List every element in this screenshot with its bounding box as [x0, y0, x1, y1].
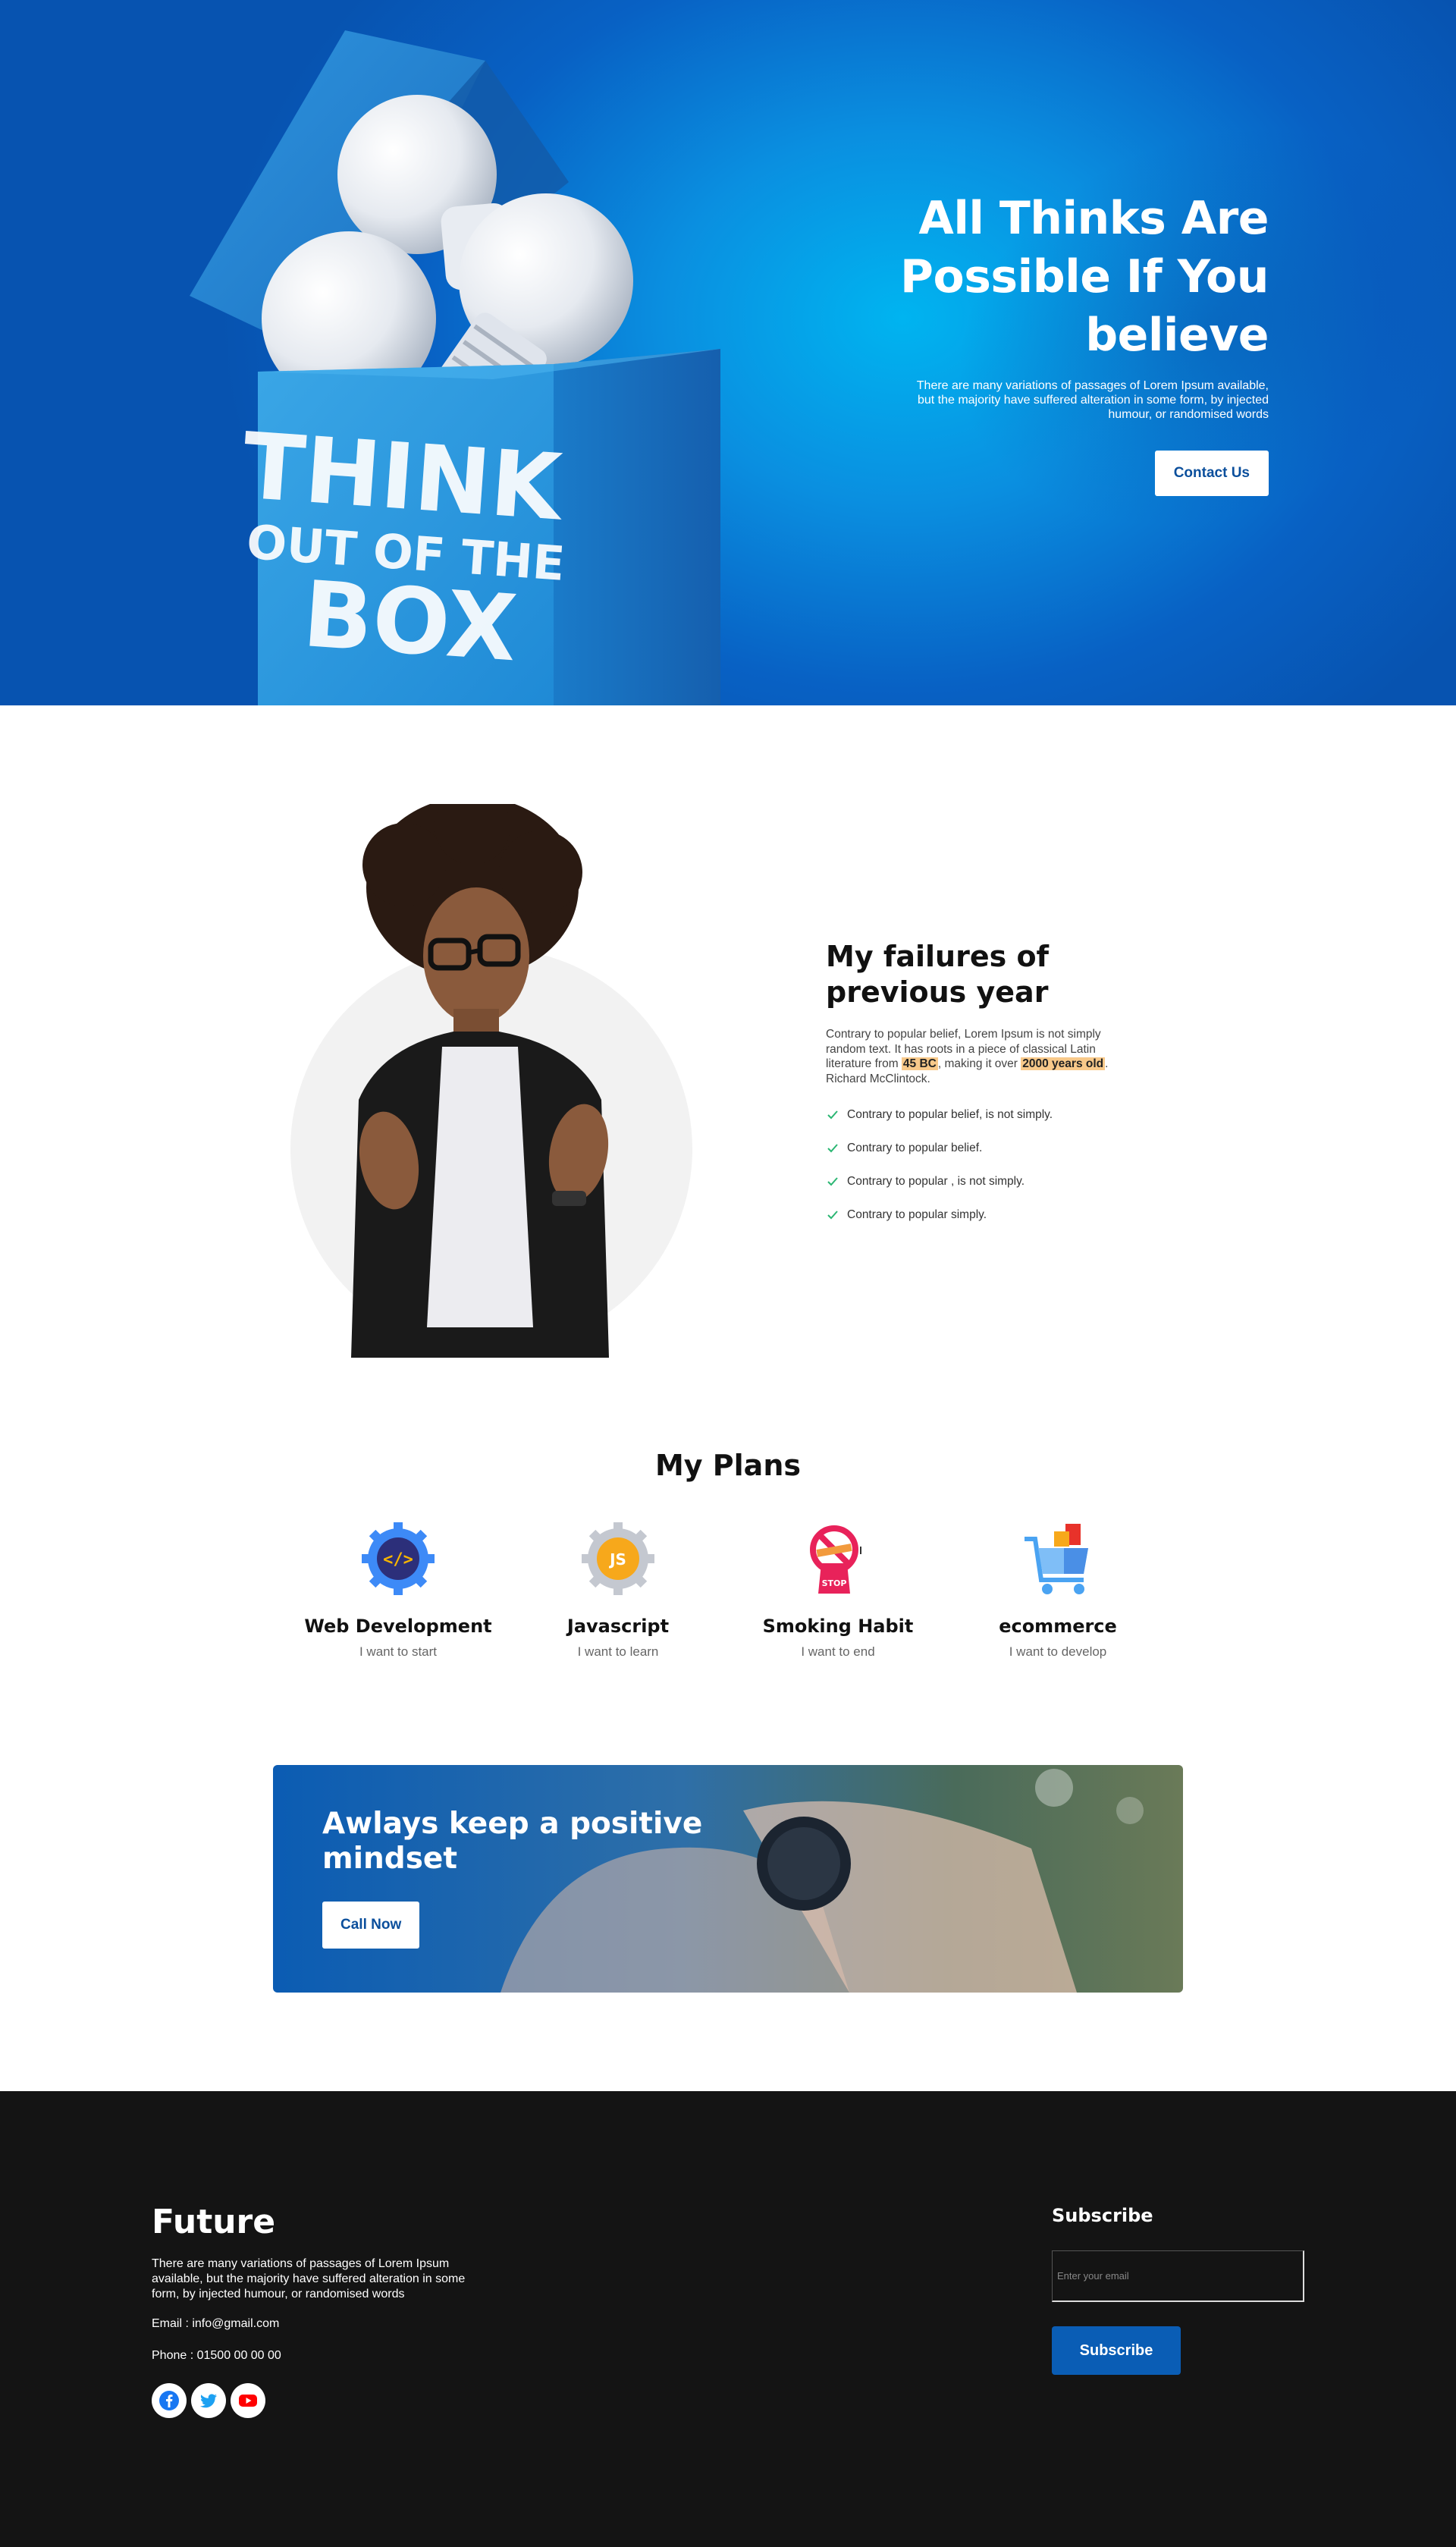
- highlight-2000-years: 2000 years old: [1021, 1057, 1106, 1070]
- woman-portrait-image: [351, 804, 609, 1358]
- failures-list: Contrary to popular belief, is not simpl…: [826, 1098, 1122, 1232]
- email-input[interactable]: [1052, 2250, 1304, 2302]
- list-item: Contrary to popular simply.: [826, 1198, 1122, 1232]
- hero-content: All Thinks Are Possible If You believe T…: [783, 190, 1269, 496]
- box-text-box: BOX: [300, 562, 520, 682]
- social-links: [152, 2383, 265, 2418]
- footer-brand: Future: [152, 2203, 276, 2241]
- list-item-text: Contrary to popular simply.: [847, 1208, 987, 1221]
- youtube-icon[interactable]: [231, 2383, 265, 2418]
- plan-name: Web Development: [304, 1616, 492, 1637]
- plan-subtitle: I want to start: [359, 1644, 438, 1659]
- js-gear-icon: JS: [582, 1522, 654, 1595]
- hero-section: THINK OUT OF THE BOX All Thinks Are Poss…: [0, 0, 1456, 705]
- plans-grid: </> Web Development I want to start JS J…: [288, 1521, 1168, 1660]
- list-item-text: Contrary to popular belief.: [847, 1142, 983, 1154]
- list-item-text: Contrary to popular , is not simply.: [847, 1175, 1025, 1188]
- plan-name: ecommerce: [999, 1616, 1117, 1637]
- list-item: Contrary to popular belief.: [826, 1132, 1122, 1165]
- check-icon: [827, 1177, 838, 1186]
- call-now-button[interactable]: Call Now: [322, 1902, 420, 1949]
- check-icon: [827, 1211, 838, 1220]
- cta-banner: Awlays keep a positive mindset Call Now: [273, 1765, 1183, 1993]
- highlight-45bc: 45 BC: [901, 1057, 938, 1070]
- list-item: Contrary to popular , is not simply.: [826, 1165, 1122, 1198]
- js-label: JS: [608, 1550, 626, 1569]
- contact-us-button[interactable]: Contact Us: [1154, 451, 1269, 496]
- shopping-cart-icon: [1025, 1524, 1088, 1594]
- cta-title: Awlays keep a positive mindset: [322, 1807, 703, 1876]
- subscribe-button[interactable]: Subscribe: [1052, 2326, 1181, 2375]
- plan-name: Javascript: [566, 1616, 670, 1637]
- plan-card-web-development: </> Web Development I want to start: [288, 1521, 508, 1660]
- code-gear-icon: </>: [362, 1522, 435, 1595]
- facebook-icon[interactable]: [152, 2383, 187, 2418]
- failures-title: My failures of previous year: [826, 940, 1050, 1009]
- think-box-image: THINK OUT OF THE BOX: [190, 30, 720, 705]
- footer-email: Email : info@gmail.com: [152, 2317, 280, 2330]
- para-text: , making it over: [937, 1057, 1021, 1070]
- plans-title: My Plans: [654, 1449, 801, 1482]
- plan-subtitle: I want to develop: [1009, 1644, 1107, 1659]
- cta-background-image: [273, 1765, 1183, 1993]
- footer-text: There are many variations of passages of…: [152, 2257, 466, 2300]
- plan-name: Smoking Habit: [762, 1616, 914, 1637]
- no-smoking-icon: STOP: [810, 1525, 861, 1594]
- stop-label: STOP: [822, 1578, 847, 1588]
- hero-text: There are many variations of passages of…: [916, 379, 1269, 421]
- failures-content: My failures of previous year Contrary to…: [826, 939, 1122, 1232]
- footer: Future There are many variations of pass…: [0, 2091, 1456, 2547]
- failures-paragraph: Contrary to popular belief, Lorem Ipsum …: [826, 1027, 1122, 1086]
- subscribe-title: Subscribe: [1052, 2205, 1153, 2226]
- plan-card-javascript: JS Javascript I want to learn: [508, 1521, 728, 1660]
- check-icon: [827, 1110, 838, 1120]
- list-item: Contrary to popular belief, is not simpl…: [826, 1098, 1122, 1132]
- check-icon: [827, 1144, 838, 1153]
- twitter-icon[interactable]: [191, 2383, 226, 2418]
- plan-card-ecommerce: ecommerce I want to develop: [948, 1521, 1168, 1660]
- plan-subtitle: I want to learn: [577, 1644, 659, 1659]
- plan-subtitle: I want to end: [801, 1644, 875, 1659]
- hero-title: All Thinks Are Possible If You believe: [900, 192, 1269, 362]
- plan-card-smoking-habit: STOP Smoking Habit I want to end: [728, 1521, 948, 1660]
- footer-phone: Phone : 01500 00 00 00: [152, 2349, 281, 2362]
- list-item-text: Contrary to popular belief, is not simpl…: [847, 1108, 1053, 1121]
- svg-text:</>: </>: [383, 1550, 413, 1569]
